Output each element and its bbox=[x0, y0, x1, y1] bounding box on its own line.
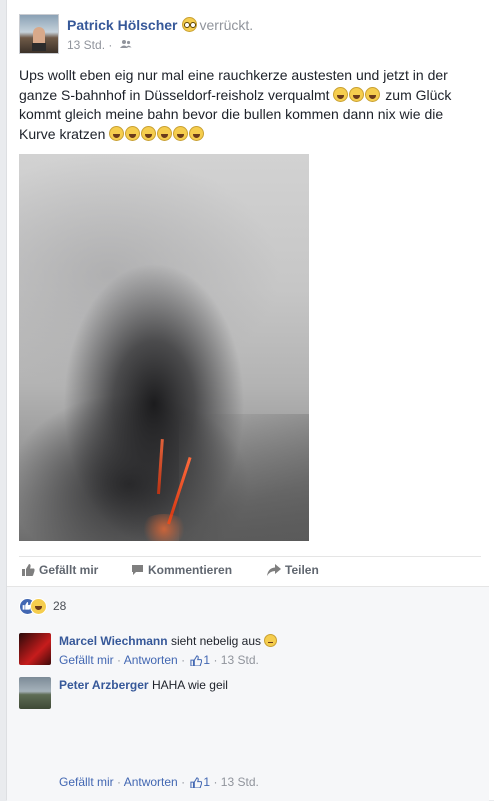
comment-button[interactable]: Kommentieren bbox=[131, 563, 232, 577]
separator: · bbox=[213, 653, 221, 667]
separator: · bbox=[117, 775, 124, 789]
post-action-bar: Gefällt mir Kommentieren Teilen bbox=[19, 556, 481, 583]
share-button[interactable]: Teilen bbox=[267, 563, 319, 577]
haha-reaction-icon bbox=[30, 598, 47, 615]
thumbs-up-icon bbox=[22, 564, 35, 576]
post-text: Ups wollt eben eig nur mal eine rauchker… bbox=[19, 66, 481, 144]
photo-glow bbox=[139, 514, 189, 541]
feeling-label: verrückt. bbox=[199, 17, 254, 33]
comment-like-count[interactable]: 1 bbox=[203, 653, 210, 667]
author-line: Patrick Hölscher verrückt. bbox=[67, 17, 253, 33]
laughing-emoji-icon bbox=[189, 125, 205, 141]
thumbs-up-icon bbox=[190, 777, 203, 789]
comment-actions: Gefällt mir · Antworten · 1 · 13 Std. bbox=[59, 775, 259, 789]
laughing-emoji-icon bbox=[365, 86, 381, 102]
comment-label: Kommentieren bbox=[148, 563, 233, 577]
crazy-face-icon bbox=[181, 17, 197, 32]
separator: · bbox=[117, 653, 124, 667]
author-name[interactable]: Patrick Hölscher bbox=[67, 17, 178, 33]
post-header: Patrick Hölscher verrückt. 13 Std. · bbox=[19, 14, 479, 60]
post-timestamp[interactable]: 13 Std. bbox=[67, 38, 105, 52]
friends-icon[interactable] bbox=[119, 39, 132, 52]
comment-reply-link[interactable]: Antworten bbox=[124, 653, 178, 667]
avatar-shorts-shape bbox=[32, 43, 46, 51]
like-button[interactable]: Gefällt mir bbox=[21, 563, 98, 577]
comment-text: HAHA wie geil bbox=[151, 678, 228, 692]
comment-body: Peter Arzberger HAHA wie geil bbox=[59, 677, 228, 693]
comment-like-count[interactable]: 1 bbox=[203, 775, 210, 789]
comment-timestamp[interactable]: 13 Std. bbox=[221, 653, 259, 667]
author-avatar[interactable] bbox=[19, 14, 59, 54]
laughing-emoji-icon bbox=[333, 86, 349, 102]
post-card: Patrick Hölscher verrückt. 13 Std. · Ups … bbox=[6, 0, 494, 801]
share-arrow-icon bbox=[267, 564, 281, 576]
thumbs-up-icon bbox=[190, 655, 203, 667]
laughing-emoji-icon bbox=[109, 125, 125, 141]
commenter-avatar[interactable] bbox=[19, 633, 51, 665]
comment-icon bbox=[132, 565, 143, 575]
laughing-emoji-icon bbox=[173, 125, 189, 141]
comment-author[interactable]: Peter Arzberger bbox=[59, 678, 149, 692]
commenter-avatar[interactable] bbox=[19, 677, 51, 709]
comment-actions: Gefällt mir · Antworten · 1 · 13 Std. bbox=[59, 653, 259, 667]
reaction-count: 28 bbox=[53, 599, 67, 613]
comment-timestamp[interactable]: 13 Std. bbox=[221, 775, 259, 789]
photo-ground bbox=[179, 414, 309, 541]
separator: · bbox=[181, 775, 189, 789]
comment-text: sieht nebelig aus bbox=[170, 634, 262, 648]
neutral-face-icon bbox=[264, 634, 278, 647]
separator: · bbox=[213, 775, 221, 789]
comment-like-link[interactable]: Gefällt mir bbox=[59, 653, 114, 667]
like-label: Gefällt mir bbox=[39, 563, 99, 577]
separator: · bbox=[181, 653, 189, 667]
laughing-emoji-icon bbox=[157, 125, 173, 141]
share-label: Teilen bbox=[285, 563, 319, 577]
laughing-emoji-icon bbox=[125, 125, 141, 141]
laughing-emoji-icon bbox=[349, 86, 365, 102]
laughing-emoji-icon bbox=[141, 125, 157, 141]
comment-body: Marcel Wiechmann sieht nebelig aus bbox=[59, 633, 278, 649]
post-meta: 13 Std. · bbox=[67, 38, 132, 52]
post-photo[interactable] bbox=[19, 154, 309, 541]
photo-flare bbox=[157, 439, 164, 495]
comment-like-link[interactable]: Gefällt mir bbox=[59, 775, 114, 789]
comments-section: 28 Marcel Wiechmann sieht nebelig aus Ge… bbox=[7, 586, 489, 801]
meta-separator: · bbox=[108, 38, 116, 52]
comment-reply-link[interactable]: Antworten bbox=[124, 775, 178, 789]
comment-author[interactable]: Marcel Wiechmann bbox=[59, 634, 168, 648]
